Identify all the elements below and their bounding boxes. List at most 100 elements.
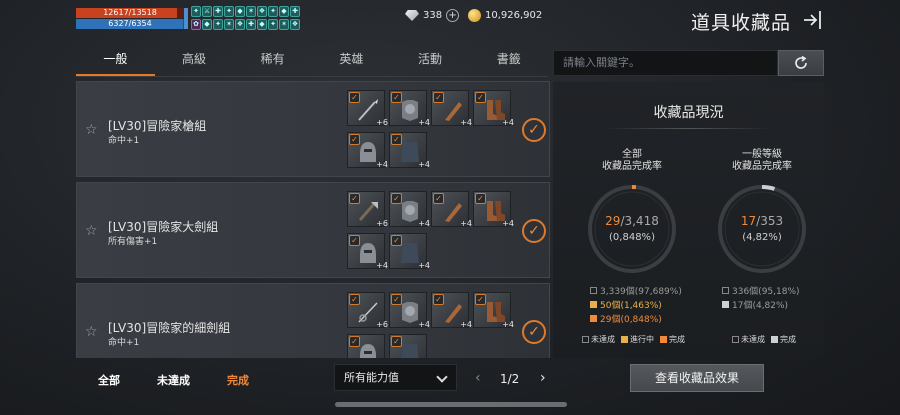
bookmark-star-icon[interactable]: ☆ bbox=[85, 325, 99, 339]
filter-incomplete[interactable]: 未達成 bbox=[157, 372, 190, 388]
collection-set-card[interactable]: ☆ [LV30]冒險家大劍組 所有傷害+1 ✓ +6 ✓ +4 ✓ +4 ✓ +4 ✓ +… bbox=[76, 182, 550, 278]
legend-label: 進行中 bbox=[630, 335, 654, 344]
set-items: ✓ +6 ✓ +4 ✓ +4 ✓ +4 ✓ +4 ✓ +4 bbox=[347, 90, 517, 172]
refresh-button[interactable] bbox=[778, 50, 824, 76]
swatch bbox=[590, 287, 597, 294]
next-page-button[interactable]: › bbox=[540, 371, 550, 385]
buff-icon: ✚ bbox=[246, 18, 256, 30]
add-diamond-button[interactable]: + bbox=[446, 9, 460, 22]
item-slot[interactable]: ✓ +6 bbox=[347, 90, 388, 127]
tab-rare[interactable]: 稀有 bbox=[233, 45, 312, 76]
set-name: [LV30]冒險家的細劍組 bbox=[108, 321, 231, 335]
page-title: 道具收藏品 bbox=[690, 12, 791, 34]
item-slot[interactable]: ✓ +4 bbox=[473, 191, 514, 228]
buff-icon: ◆ bbox=[279, 6, 289, 17]
swatch bbox=[590, 301, 597, 308]
stat-text: 50個(1,463%) bbox=[600, 301, 662, 311]
enhance-level: +6 bbox=[376, 118, 388, 127]
buff-icon: ◆ bbox=[235, 6, 245, 17]
grade-all: /353 bbox=[756, 214, 784, 228]
item-slot[interactable]: ✓ +4 bbox=[347, 132, 388, 169]
tab-general[interactable]: 一般 bbox=[76, 45, 155, 76]
tab-event[interactable]: 活動 bbox=[391, 45, 470, 76]
enhance-level: +4 bbox=[376, 160, 388, 169]
enhance-level: +4 bbox=[418, 118, 430, 127]
panel-title: 收藏品現況 bbox=[653, 105, 724, 121]
tab-bookmark[interactable]: 書籤 bbox=[469, 45, 548, 76]
stat-in-progress: 50個(1,463%) bbox=[590, 298, 662, 311]
enhance-level: +4 bbox=[418, 320, 430, 329]
item-slot[interactable]: ✓ +4 bbox=[389, 292, 430, 329]
grade-completion-ring bbox=[718, 185, 806, 273]
legend-label: 完成 bbox=[780, 335, 796, 344]
enhance-level: +4 bbox=[502, 118, 514, 127]
buff-icon: ❖ bbox=[290, 18, 300, 30]
hp-bar: 12617/13518 bbox=[76, 8, 184, 18]
buff-icon: ✚ bbox=[290, 6, 300, 17]
item-slot[interactable]: ✓ +4 bbox=[389, 90, 430, 127]
item-slot[interactable]: ✓ +4 bbox=[431, 191, 472, 228]
set-effect: 命中+1 bbox=[108, 136, 140, 146]
diamond-currency: 338 + bbox=[405, 9, 460, 22]
stat-filter-dropdown[interactable]: 所有能力值 bbox=[334, 364, 457, 391]
completed-check-icon: ✓ bbox=[522, 219, 546, 243]
stat-complete: 29個(0,848%) bbox=[590, 312, 662, 325]
buff-icon: ✶ bbox=[279, 18, 289, 30]
prev-page-button[interactable]: ‹ bbox=[475, 371, 485, 385]
grade-rate-label-line2: 收藏品完成率 bbox=[732, 161, 792, 172]
enhance-level: +4 bbox=[460, 118, 472, 127]
grade-rate-label-line1: 一般等級 bbox=[742, 149, 782, 160]
view-collection-effects-button[interactable]: 查看收藏品效果 bbox=[630, 364, 764, 392]
exit-button[interactable] bbox=[801, 8, 825, 32]
item-slot[interactable]: ✓ bbox=[347, 334, 385, 358]
bookmark-star-icon[interactable]: ☆ bbox=[85, 224, 99, 238]
grade-count: 17/353 bbox=[712, 214, 812, 228]
diamond-count: 338 bbox=[423, 10, 443, 21]
item-slot[interactable]: ✓ +4 bbox=[347, 233, 388, 270]
buff-icon: ◆ bbox=[257, 18, 267, 30]
category-tabs: 一般 高級 稀有 英雄 活動 書籤 bbox=[76, 45, 548, 77]
buff-icon: ❖ bbox=[235, 18, 245, 30]
filter-all[interactable]: 全部 bbox=[98, 372, 120, 388]
grade-percent: (4,82%) bbox=[742, 232, 782, 243]
item-slot[interactable]: ✓ +4 bbox=[431, 90, 472, 127]
total-completion-ring bbox=[588, 185, 676, 273]
set-items: ✓ +6 ✓ +4 ✓ +4 ✓ +4 ✓ ✓ bbox=[347, 292, 517, 358]
tab-advanced[interactable]: 高級 bbox=[155, 45, 234, 76]
legend-label: 未達成 bbox=[741, 335, 765, 344]
buff-icon: ◆ bbox=[202, 18, 212, 30]
search-input[interactable]: 請輸入關鍵字。 bbox=[553, 50, 778, 76]
legend-label: 完成 bbox=[669, 335, 685, 344]
collection-list[interactable]: ☆ [LV30]冒險家槍組 命中+1 ✓ +6 ✓ +4 ✓ +4 ✓ +4 ✓ +4 ✓… bbox=[76, 81, 550, 358]
enhance-level: +4 bbox=[460, 219, 472, 228]
swatch bbox=[621, 336, 628, 343]
refresh-icon bbox=[795, 55, 807, 69]
completed-check-icon: ✓ bbox=[522, 118, 546, 142]
tab-hero[interactable]: 英雄 bbox=[312, 45, 391, 76]
page-indicator: 1/2 bbox=[500, 372, 520, 386]
gold-currency: 10,926,902 bbox=[468, 9, 542, 22]
buff-icon: ✦ bbox=[224, 6, 234, 17]
filter-complete[interactable]: 完成 bbox=[227, 372, 249, 388]
enhance-level: +6 bbox=[376, 320, 388, 329]
item-slot[interactable]: ✓ bbox=[389, 334, 427, 358]
item-slot[interactable]: ✓ +4 bbox=[473, 90, 514, 127]
bookmark-star-icon[interactable]: ☆ bbox=[85, 123, 99, 137]
enhance-level: +4 bbox=[460, 320, 472, 329]
item-slot[interactable]: ✓ +6 bbox=[347, 191, 388, 228]
item-slot[interactable]: ✓ +6 bbox=[347, 292, 388, 329]
swatch bbox=[590, 315, 597, 322]
collection-set-card[interactable]: ☆ [LV30]冒險家槍組 命中+1 ✓ +6 ✓ +4 ✓ +4 ✓ +4 ✓ +4 ✓… bbox=[76, 81, 550, 177]
set-items: ✓ +6 ✓ +4 ✓ +4 ✓ +4 ✓ +4 ✓ +4 bbox=[347, 191, 517, 273]
item-slot[interactable]: ✓ +4 bbox=[389, 132, 430, 169]
item-slot[interactable]: ✓ +4 bbox=[389, 191, 430, 228]
collection-set-card[interactable]: ☆ [LV30]冒險家的細劍組 命中+1 ✓ +6 ✓ +4 ✓ +4 ✓ +4 ✓ ✓… bbox=[76, 283, 550, 358]
item-slot[interactable]: ✓ +4 bbox=[389, 233, 430, 270]
stat-incomplete: 3,339個(97,689%) bbox=[590, 284, 682, 297]
item-slot[interactable]: ✓ +4 bbox=[431, 292, 472, 329]
scrollbar[interactable] bbox=[335, 402, 567, 407]
item-slot[interactable]: ✓ +4 bbox=[473, 292, 514, 329]
buff-icon: ✦ bbox=[268, 6, 278, 17]
buff-list[interactable]: ✦ ⚔ ✚ ✦ ◆ ✶ ❖ ✦ ◆ ✚ ✿ ◆ ✦ ✶ ❖ ✚ ◆ ✦ ✶ ❖ bbox=[191, 6, 300, 30]
stat-text: 3,339個(97,689%) bbox=[600, 287, 682, 297]
